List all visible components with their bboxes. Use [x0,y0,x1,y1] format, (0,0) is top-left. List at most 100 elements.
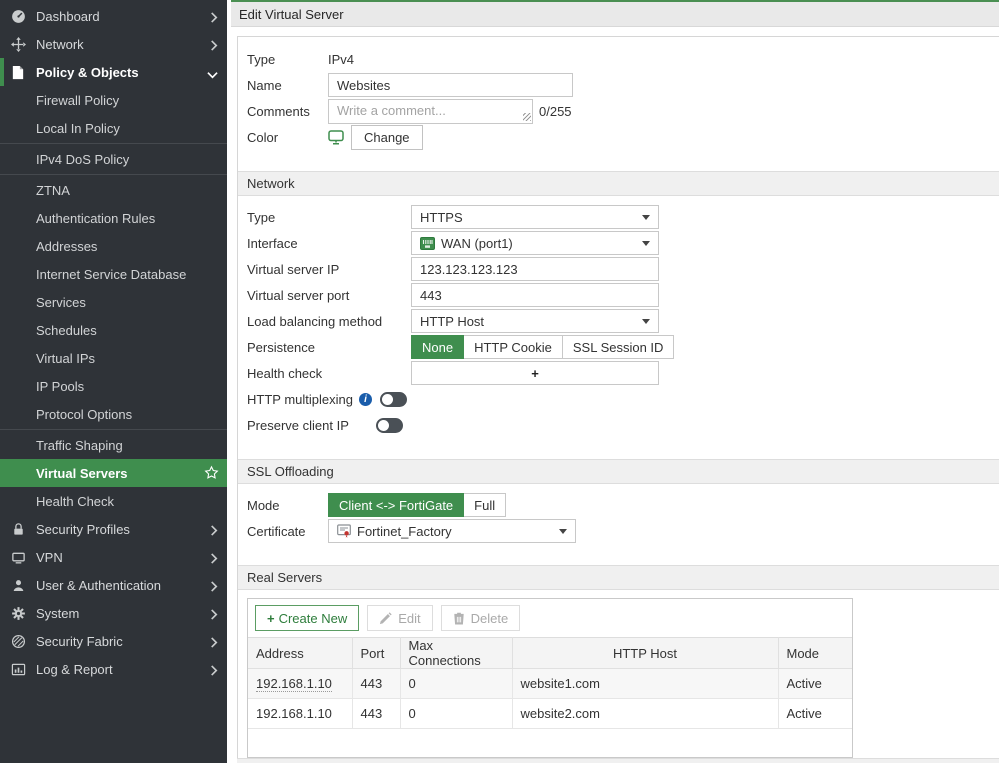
certificate-icon [337,524,351,538]
ssl-mode-client-fortigate[interactable]: Client <-> FortiGate [328,493,464,517]
table-row[interactable]: 192.168.1.10 443 0 website1.com Active [248,669,852,699]
sidebar-item-virtual-servers[interactable]: Virtual Servers [0,459,227,487]
sidebar-item-policy-objects[interactable]: Policy & Objects [0,58,227,86]
sidebar-item-log-report[interactable]: Log & Report [0,655,227,683]
virtual-server-port-input[interactable] [411,283,659,307]
column-header-port[interactable]: Port [352,638,400,669]
http-multiplexing-row: HTTP multiplexing i [247,386,999,412]
security-fabric-icon [10,633,26,649]
sidebar-item-virtual-ips[interactable]: Virtual IPs [0,344,227,372]
sidebar-item-security-profiles[interactable]: Security Profiles [0,515,227,543]
next-section-bar-partial [237,758,999,763]
ethernet-port-icon [420,237,435,250]
network-type-row: Type HTTPS [247,204,999,230]
sidebar-item-ip-pools[interactable]: IP Pools [0,372,227,400]
dashboard-icon [10,8,26,24]
load-balancing-select[interactable]: HTTP Host [411,309,659,333]
pencil-icon [379,612,392,625]
policy-objects-icon [10,64,26,80]
cell-max-connections: 0 [400,669,512,699]
sidebar-item-authentication-rules[interactable]: Authentication Rules [0,204,227,232]
sidebar-item-ztna[interactable]: ZTNA [0,176,227,204]
virtual-server-ip-input[interactable] [411,257,659,281]
persistence-option-ssl-session-id[interactable]: SSL Session ID [562,335,675,359]
network-icon [10,36,26,52]
sidebar-separator [0,174,227,175]
create-new-button[interactable]: + Create New [255,605,359,631]
edit-button[interactable]: Edit [367,605,432,631]
sidebar-item-health-check[interactable]: Health Check [0,487,227,515]
sidebar-item-system[interactable]: System [0,599,227,627]
type-label: Type [247,52,328,67]
certificate-select[interactable]: Fortinet_Factory [328,519,576,543]
sidebar-separator [0,143,227,144]
chevron-down-icon [207,67,218,82]
edit-virtual-server-form: Type IPv4 Name Comments 0/255 Color Chan… [237,36,999,763]
preserve-client-ip-toggle[interactable] [376,418,403,433]
sidebar-item-traffic-shaping[interactable]: Traffic Shaping [0,431,227,459]
sidebar-item-dashboard[interactable]: Dashboard [0,2,227,30]
virtual-server-ip-row: Virtual server IP [247,256,999,282]
table-row[interactable]: 192.168.1.10 443 0 website2.com Active [248,699,852,729]
sidebar-item-protocol-options[interactable]: Protocol Options [0,400,227,428]
info-icon[interactable]: i [359,393,372,406]
column-header-http-host[interactable]: HTTP Host [512,638,778,669]
sidebar-item-services[interactable]: Services [0,288,227,316]
persistence-option-none[interactable]: None [411,335,464,359]
sidebar-item-local-in-policy[interactable]: Local In Policy [0,114,227,142]
sidebar-item-ipv4-dos-policy[interactable]: IPv4 DoS Policy [0,145,227,173]
name-row: Name [247,72,999,98]
health-check-add-button[interactable]: + [411,361,659,385]
type-value: IPv4 [328,52,354,67]
column-header-address[interactable]: Address [248,638,352,669]
ssl-mode-full[interactable]: Full [463,493,506,517]
user-icon [10,577,26,593]
comments-textarea[interactable] [328,99,533,124]
sidebar-item-network[interactable]: Network [0,30,227,58]
sidebar-item-vpn[interactable]: VPN [0,543,227,571]
type-row: Type IPv4 [247,46,999,72]
chevron-right-icon [210,664,218,679]
gear-icon [10,605,26,621]
lock-icon [10,521,26,537]
ssl-mode-segmented-control: Client <-> FortiGate Full [328,493,506,517]
caret-down-icon [642,241,650,250]
sidebar-item-label: Policy & Objects [36,65,139,80]
sidebar-item-schedules[interactable]: Schedules [0,316,227,344]
real-servers-section-header: Real Servers [238,565,999,590]
health-check-row: Health check + [247,360,999,386]
cell-port: 443 [352,669,400,699]
persistence-option-http-cookie[interactable]: HTTP Cookie [463,335,563,359]
http-multiplexing-toggle[interactable] [380,392,407,407]
favorite-star-icon[interactable] [204,465,219,483]
interface-select[interactable]: WAN (port1) [411,231,659,255]
sidebar-item-user-authentication[interactable]: User & Authentication [0,571,227,599]
sidebar-separator [0,429,227,430]
sidebar-item-internet-service-database[interactable]: Internet Service Database [0,260,227,288]
cell-address: 192.168.1.10 [248,669,352,699]
real-servers-table: Address Port Max Connections HTTP Host M… [248,637,852,729]
load-balancing-row: Load balancing method HTTP Host [247,308,999,334]
column-header-mode[interactable]: Mode [778,638,852,669]
change-color-button[interactable]: Change [351,125,423,150]
sidebar-item-addresses[interactable]: Addresses [0,232,227,260]
cell-mode: Active [778,699,852,729]
color-row: Color Change [247,124,999,150]
caret-down-icon [642,215,650,224]
caret-down-icon [559,529,567,538]
sidebar-item-security-fabric[interactable]: Security Fabric [0,627,227,655]
sidebar-item-firewall-policy[interactable]: Firewall Policy [0,86,227,114]
name-input[interactable] [328,73,573,97]
interface-row: Interface WAN (port1) [247,230,999,256]
real-servers-table-container: + Create New Edit Delete Address Port [247,598,853,758]
persistence-row: Persistence None HTTP Cookie SSL Session… [247,334,999,360]
network-type-select[interactable]: HTTPS [411,205,659,229]
cell-mode: Active [778,669,852,699]
column-header-max-connections[interactable]: Max Connections [400,638,512,669]
ssl-mode-row: Mode Client <-> FortiGate Full [247,492,999,518]
delete-button[interactable]: Delete [441,605,521,631]
real-servers-toolbar: + Create New Edit Delete [248,599,852,637]
caret-down-icon [642,319,650,328]
chevron-right-icon [210,608,218,623]
certificate-row: Certificate Fortinet_Factory [247,518,999,544]
